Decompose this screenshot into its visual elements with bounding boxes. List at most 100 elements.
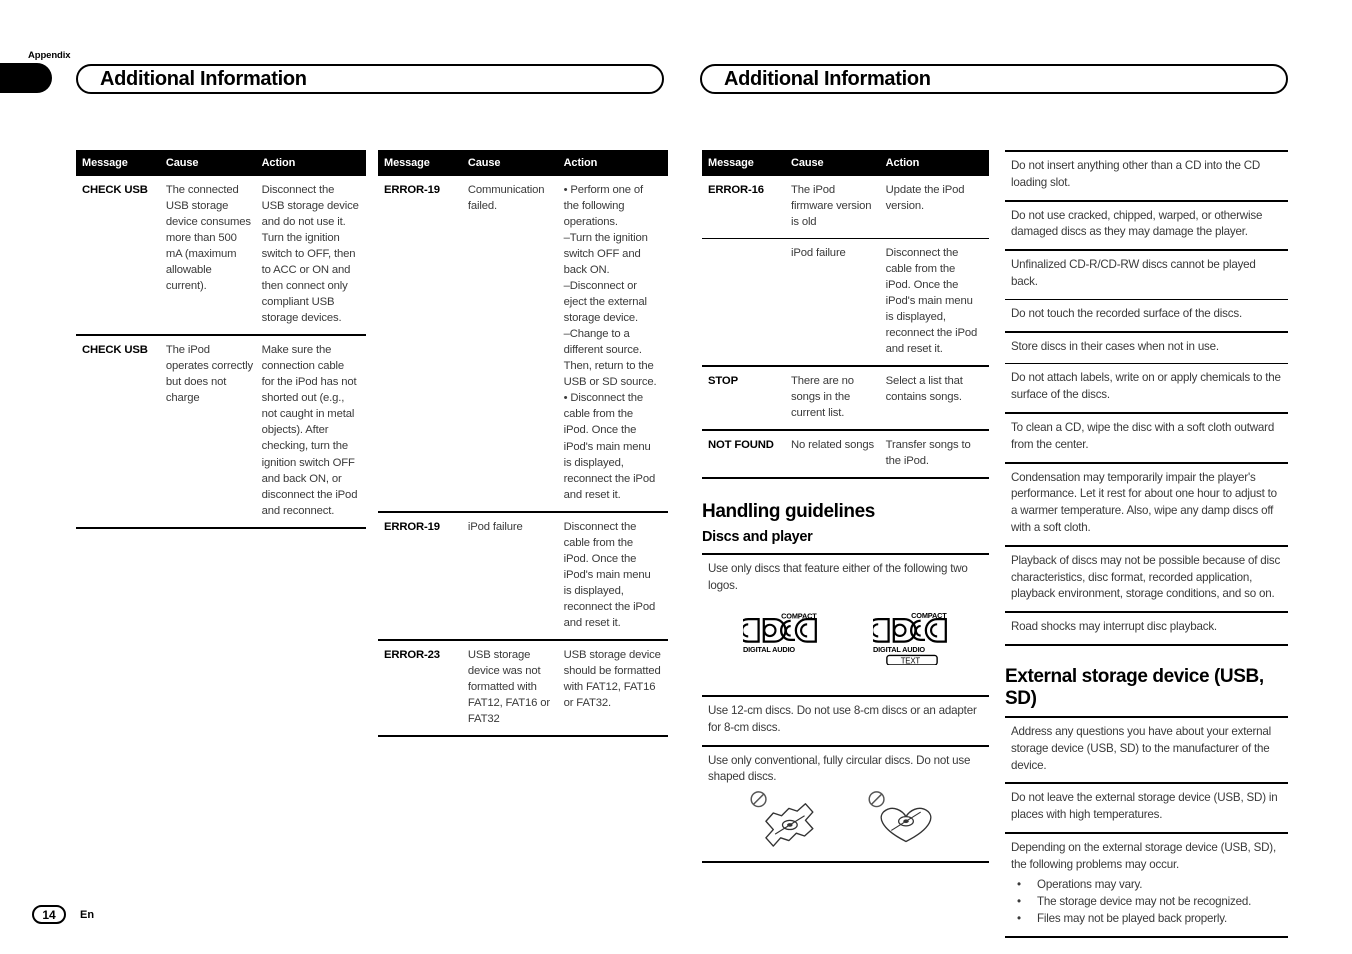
list-item: Address any questions you have about you… (1005, 718, 1288, 785)
column-two: Message Cause Action ERROR-19 Communicat… (378, 150, 668, 738)
cell-message (702, 238, 791, 368)
appendix-tab-label: Appendix (28, 50, 71, 61)
table-row: ERROR-16 The iPod firmware version is ol… (702, 176, 989, 240)
svg-text:COMPACT: COMPACT (781, 613, 817, 620)
cd-logo-row: COMPACT DIGITAL AUDIO COMPACT DIGITAL AU… (708, 595, 985, 687)
table-row: ERROR-19 Communication failed. • Perform… (378, 176, 668, 513)
list-item: Do not attach labels, write on or apply … (1005, 364, 1288, 414)
list-item: Do not leave the external storage device… (1005, 784, 1288, 834)
appendix-tab-marker (0, 63, 52, 93)
column-header-message: Message (702, 150, 791, 176)
note-shaped-discs: Use only conventional, fully circular di… (708, 753, 971, 784)
cell-message: ERROR-23 (378, 639, 468, 738)
column-header-action: Action (261, 150, 366, 176)
cell-message: CHECK USB (76, 176, 166, 337)
cell-cause: iPod failure (790, 238, 886, 368)
list-item: Depending on the external storage device… (1005, 834, 1288, 938)
cell-action: Update the iPod version. (885, 176, 989, 240)
svg-text:TEXT: TEXT (900, 656, 920, 665)
shaped-disc-figure-row (708, 786, 985, 853)
list-item: Playback of discs may not be possible be… (1005, 547, 1288, 614)
note-12cm-discs: Use 12-cm discs. Do not use 8-cm discs o… (708, 704, 977, 734)
cell-cause: iPod failure (467, 511, 564, 641)
cell-action: Make sure the connection cable for the i… (261, 335, 366, 529)
cell-cause: The iPod firmware version is old (790, 176, 886, 240)
cell-action: Select a list that contains songs. (885, 366, 989, 432)
column-header-message: Message (76, 150, 166, 176)
column-header-action: Action (563, 150, 668, 176)
column-four: Do not insert anything other than a CD i… (1005, 150, 1288, 938)
cell-cause: There are no songs in the current list. (790, 366, 886, 432)
logo-intro-text: Use only discs that feature either of th… (708, 562, 968, 593)
cell-action: Disconnect the USB storage device and do… (261, 176, 366, 337)
problems-bullet-list: Operations may vary. The storage device … (1011, 876, 1284, 929)
list-item: Unfinalized CD-R/CD-RW discs cannot be p… (1005, 251, 1288, 300)
page-footer: 14 En (32, 905, 94, 924)
svg-text:COMPACT: COMPACT (911, 613, 947, 620)
column-one: Message Cause Action CHECK USB The conne… (76, 150, 366, 529)
discs-and-player-list: Use only discs that feature either of th… (702, 553, 989, 864)
cell-cause: The iPod operates correctly but does not… (165, 335, 262, 529)
svg-text:DIGITAL AUDIO: DIGITAL AUDIO (743, 645, 795, 653)
list-item: Use 12-cm discs. Do not use 8-cm discs o… (702, 697, 989, 747)
table-row: CHECK USB The connected USB storage devi… (76, 176, 366, 337)
column-header-action: Action (885, 150, 989, 176)
cell-cause: USB storage device was not formatted wit… (467, 639, 564, 738)
cell-message: STOP (702, 366, 791, 432)
external-storage-notes-list: Address any questions you have about you… (1005, 715, 1288, 938)
cell-action: USB storage device should be formatted w… (563, 639, 668, 738)
prohibited-heart-shaped-disc-icon (860, 790, 952, 847)
column-three: Message Cause Action ERROR-16 The iPod f… (702, 150, 989, 864)
cell-action: Transfer songs to the iPod. (885, 430, 989, 480)
table-row: NOT FOUND No related songs Transfer song… (702, 430, 989, 480)
table-row: ERROR-23 USB storage device was not form… (378, 639, 668, 738)
table-row: ERROR-19 iPod failure Disconnect the cab… (378, 511, 668, 641)
list-item: Do not insert anything other than a CD i… (1005, 152, 1288, 202)
section-header-right: Additional Information (700, 64, 1288, 94)
column-header-cause: Cause (790, 150, 886, 176)
section-header-left-title: Additional Information (100, 67, 307, 90)
column-header-cause: Cause (165, 150, 262, 176)
bullet-item: Files may not be played back properly. (1011, 910, 1284, 928)
list-item: Road shocks may interrupt disc playback. (1005, 613, 1288, 646)
table-header-row: Message Cause Action (378, 150, 668, 176)
handling-guidelines-heading: Handling guidelines (702, 501, 875, 523)
cell-message: ERROR-19 (378, 176, 468, 513)
error-message-table-2: Message Cause Action ERROR-19 Communicat… (378, 150, 668, 738)
bullet-item: The storage device may not be recognized… (1011, 893, 1284, 911)
language-code: En (80, 908, 95, 921)
error-message-table-3: Message Cause Action ERROR-16 The iPod f… (702, 150, 989, 480)
cell-cause: The connected USB storage device consume… (165, 176, 262, 337)
column-header-message: Message (378, 150, 468, 176)
list-item: Use only discs that feature either of th… (702, 555, 989, 698)
error-message-table-1: Message Cause Action CHECK USB The conne… (76, 150, 366, 529)
disc-care-notes-list: Do not insert anything other than a CD i… (1005, 150, 1288, 646)
cell-message: ERROR-16 (702, 176, 791, 240)
problems-intro-text: Depending on the external storage device… (1011, 840, 1276, 871)
page-number: 14 (32, 905, 66, 924)
list-item: Use only conventional, fully circular di… (702, 747, 989, 864)
prohibited-square-shaped-disc-icon (742, 790, 834, 848)
cell-action: Disconnect the cable from the iPod. Once… (885, 238, 989, 368)
list-item: Condensation may temporarily impair the … (1005, 464, 1288, 547)
table-row: STOP There are no songs in the current l… (702, 366, 989, 432)
discs-and-player-heading: Discs and player (702, 529, 813, 546)
external-storage-heading: External storage device (USB, SD) (1005, 665, 1264, 709)
cell-cause: No related songs (790, 430, 886, 480)
manual-page-spread: Appendix Additional Information Addition… (0, 0, 1352, 954)
cell-cause: Communication failed. (467, 176, 564, 513)
cell-message: ERROR-19 (378, 511, 468, 641)
svg-text:DIGITAL AUDIO: DIGITAL AUDIO (873, 645, 925, 654)
bullet-item: Operations may vary. (1011, 876, 1284, 894)
table-header-row: Message Cause Action (76, 150, 366, 176)
list-item: To clean a CD, wipe the disc with a soft… (1005, 414, 1288, 464)
table-row: iPod failure Disconnect the cable from t… (702, 238, 989, 368)
list-item: Do not touch the recorded surface of the… (1005, 300, 1288, 333)
cell-message: NOT FOUND (702, 430, 791, 480)
cell-action: Disconnect the cable from the iPod. Once… (563, 511, 668, 641)
section-header-right-title: Additional Information (724, 67, 931, 90)
list-item: Store discs in their cases when not in u… (1005, 333, 1288, 365)
table-row: CHECK USB The iPod operates correctly bu… (76, 335, 366, 529)
section-header-left: Additional Information (76, 64, 664, 94)
table-header-row: Message Cause Action (702, 150, 989, 176)
